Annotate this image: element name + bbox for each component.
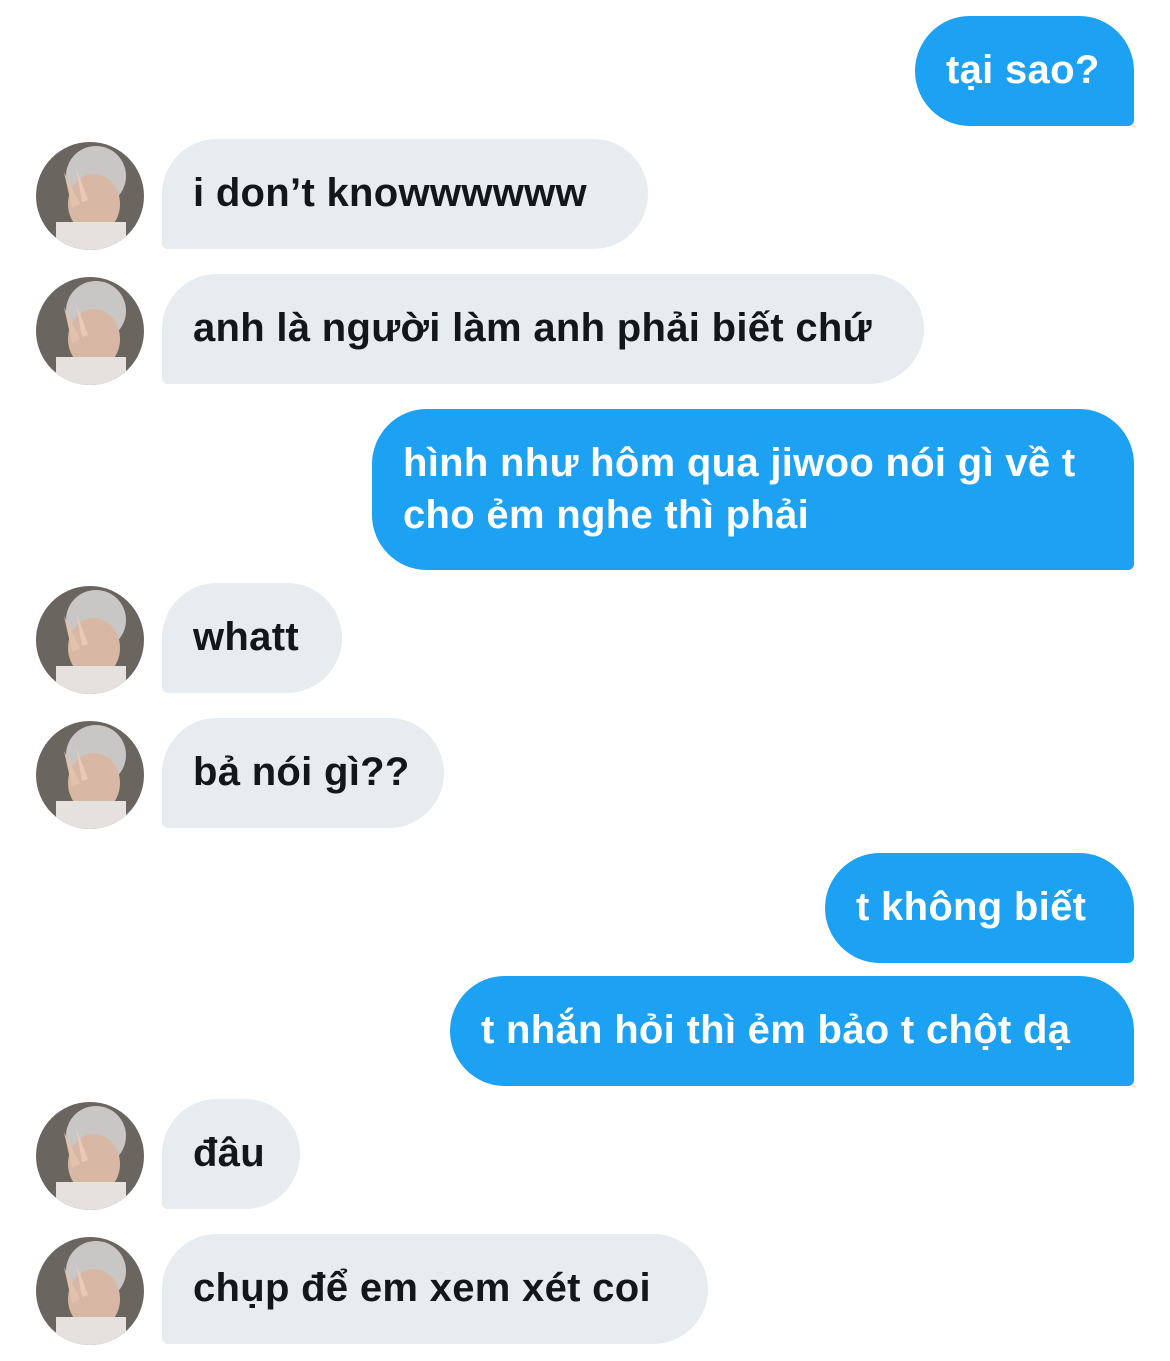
sent-message-bubble[interactable]: hình như hôm qua jiwoo nói gì về t cho ẻ…	[372, 409, 1134, 570]
received-message-bubble[interactable]: whatt	[162, 583, 342, 693]
avatar-photo-icon	[36, 142, 144, 250]
avatar-photo-icon	[36, 1102, 144, 1210]
received-message-bubble[interactable]: anh là người làm anh phải biết chứ	[162, 274, 924, 384]
sent-message-bubble[interactable]: t nhắn hỏi thì ẻm bảo t chột dạ	[450, 976, 1134, 1086]
avatar-photo-icon	[36, 586, 144, 694]
received-message-bubble[interactable]: chụp để em xem xét coi	[162, 1234, 708, 1344]
received-message-bubble[interactable]: đâu	[162, 1099, 300, 1209]
received-message-bubble[interactable]: i don’t knowwwwww	[162, 139, 648, 249]
sent-message-bubble[interactable]: t không biết	[825, 853, 1134, 963]
received-message-bubble[interactable]: bả nói gì??	[162, 718, 444, 828]
avatar-photo-icon	[36, 277, 144, 385]
contact-avatar[interactable]	[36, 586, 144, 694]
avatar-photo-icon	[36, 721, 144, 829]
avatar-photo-icon	[36, 1237, 144, 1345]
contact-avatar[interactable]	[36, 721, 144, 829]
contact-avatar[interactable]	[36, 1102, 144, 1210]
contact-avatar[interactable]	[36, 1237, 144, 1345]
contact-avatar[interactable]	[36, 277, 144, 385]
contact-avatar[interactable]	[36, 142, 144, 250]
sent-message-bubble[interactable]: tại sao?	[915, 16, 1134, 126]
dm-conversation: { "conversation": { "messages": [ {"from…	[0, 0, 1170, 1361]
